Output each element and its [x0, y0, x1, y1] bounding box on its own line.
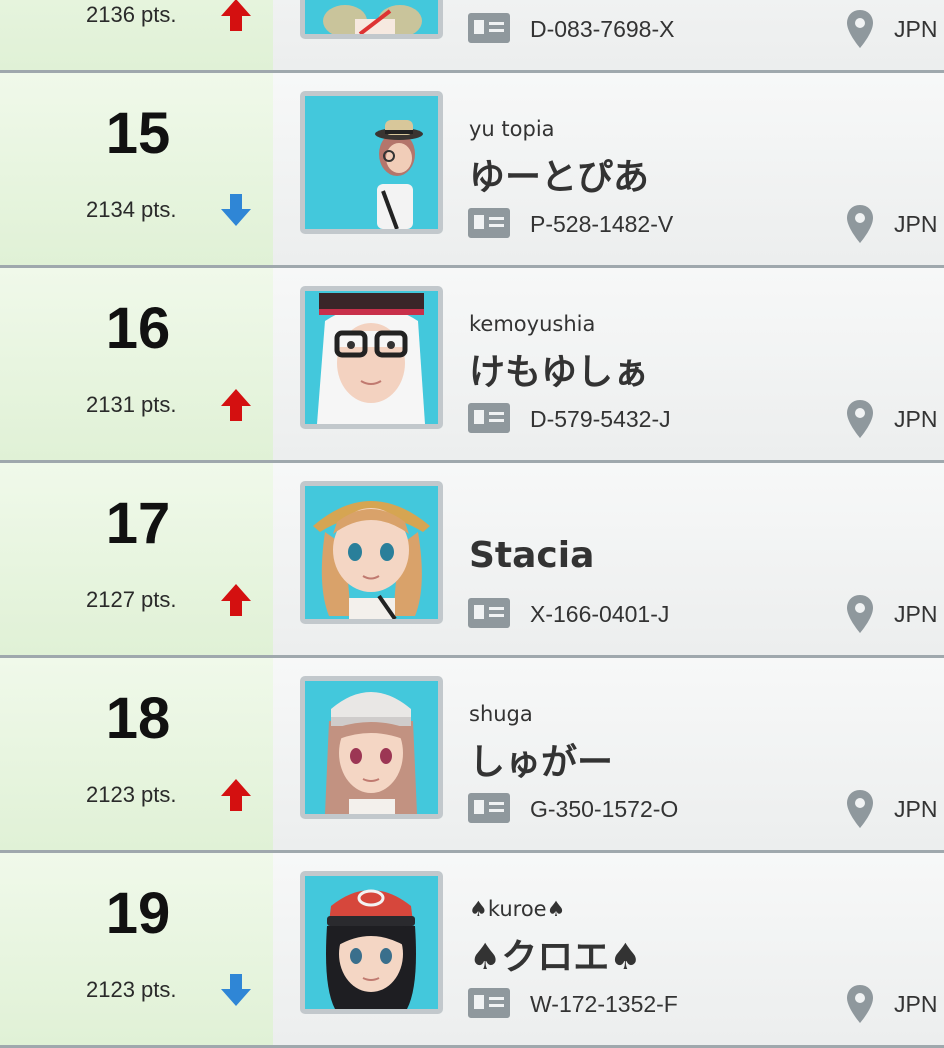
ranking-row[interactable]: 18 2123 pts. shuga しゅがー G-350-1572-O JPN — [0, 658, 944, 853]
english-name: yu topia — [469, 117, 555, 141]
english-name: kemoyushia — [469, 312, 596, 336]
trainer-card-icon — [468, 598, 510, 628]
trainer-id: X-166-0401-J — [530, 601, 670, 627]
trainer-id: P-528-1482-V — [530, 211, 674, 237]
country: JPN — [894, 991, 938, 1017]
trainer-id: W-172-1352-F — [530, 991, 678, 1017]
country: JPN — [894, 601, 938, 627]
trainer-card-icon — [468, 403, 510, 433]
ranking-row[interactable]: 2136 pts. D-083-7698-X JPN — [0, 0, 944, 73]
trainer-card-icon — [468, 208, 510, 238]
rank-number: 19 — [105, 881, 171, 946]
blue-down-arrow-icon — [221, 194, 251, 226]
rank-number: 17 — [105, 491, 171, 556]
avatar[interactable] — [300, 676, 443, 819]
location-pin-icon — [847, 400, 873, 438]
red-up-arrow-icon — [221, 584, 251, 616]
country: JPN — [894, 16, 938, 42]
ranking-row[interactable]: 16 2131 pts. kemoyushia けもゆしぁ D-579-5432… — [0, 268, 944, 463]
country: JPN — [894, 211, 938, 237]
red-up-arrow-icon — [221, 0, 251, 31]
points: 2127 pts. — [86, 587, 177, 612]
trainer-id: G-350-1572-O — [530, 796, 679, 822]
points: 2123 pts. — [86, 977, 177, 1002]
trainer-name: Stacia — [469, 535, 595, 576]
location-pin-icon — [847, 790, 873, 828]
avatar[interactable] — [300, 286, 443, 429]
location-pin-icon — [847, 10, 873, 48]
rank-number: 16 — [105, 296, 171, 361]
trainer-name: けもゆしぁ — [469, 352, 650, 393]
points: 2123 pts. — [86, 782, 177, 807]
trainer-card-icon — [468, 988, 510, 1018]
points: 2131 pts. — [86, 392, 177, 417]
location-pin-icon — [847, 205, 873, 243]
trainer-name: ゆーとぴあ — [469, 157, 650, 198]
trainer-name: しゅがー — [469, 742, 614, 783]
english-name: ♠kuroe♠ — [469, 897, 566, 921]
location-pin-icon — [847, 595, 873, 633]
avatar[interactable] — [300, 481, 443, 624]
ranking-row[interactable]: 15 2134 pts. yu topia ゆーとぴあ P-528-1482-V… — [0, 73, 944, 268]
red-up-arrow-icon — [221, 779, 251, 811]
location-pin-icon — [847, 985, 873, 1023]
ranking-list: 2136 pts. D-083-7698-X JPN 15 2134 pts. — [0, 0, 944, 1048]
rank-number: 15 — [105, 101, 171, 166]
country: JPN — [894, 796, 938, 822]
trainer-name: ♠クロエ♠ — [469, 937, 642, 978]
ranking-row[interactable]: 17 2127 pts. Stacia X-166-0401-J JPN — [0, 463, 944, 658]
avatar[interactable] — [300, 871, 443, 1014]
avatar[interactable] — [300, 91, 443, 234]
english-name: shuga — [469, 702, 533, 726]
red-up-arrow-icon — [221, 389, 251, 421]
points: 2134 pts. — [86, 197, 177, 222]
rank-number: 18 — [105, 686, 171, 751]
ranking-row[interactable]: 19 2123 pts. ♠kuroe♠ ♠クロエ♠ W-172-1352-F … — [0, 853, 944, 1048]
country: JPN — [894, 406, 938, 432]
points: 2136 pts. — [86, 2, 177, 27]
trainer-card-icon — [468, 793, 510, 823]
trainer-id: D-579-5432-J — [530, 406, 671, 432]
avatar[interactable] — [300, 0, 443, 39]
blue-down-arrow-icon — [221, 974, 251, 1006]
trainer-card-icon — [468, 13, 510, 43]
trainer-id: D-083-7698-X — [530, 16, 675, 42]
